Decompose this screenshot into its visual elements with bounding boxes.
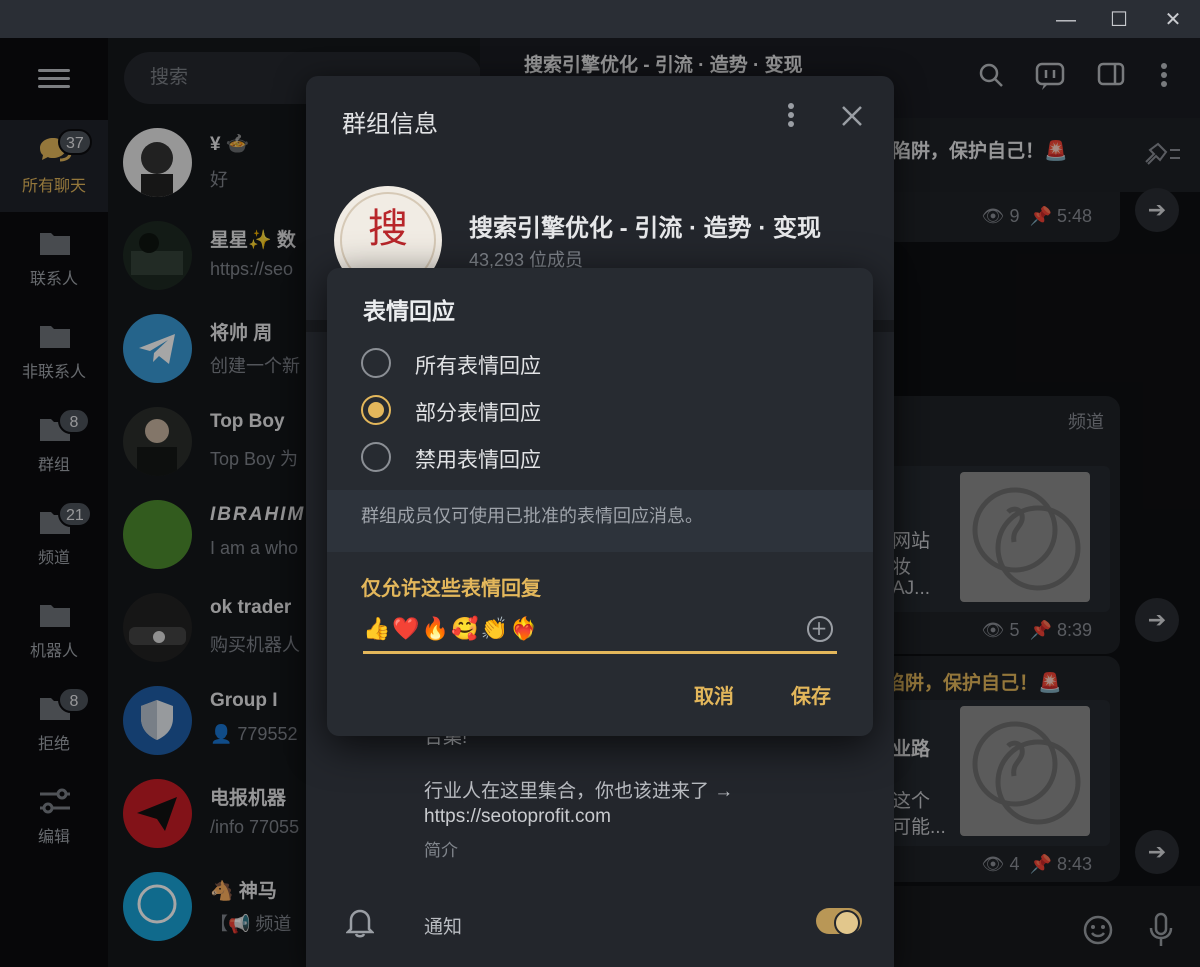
option-label[interactable]: 所有表情回应 — [415, 350, 541, 380]
group-name: 搜索引擎优化 - 引流 · 造势 · 变现 — [469, 215, 821, 242]
dialog-note: 群组成员仅可使用已批准的表情回应消息。 — [327, 490, 873, 552]
add-emoji-icon[interactable]: + — [807, 616, 833, 642]
option-label[interactable]: 部分表情回应 — [415, 397, 541, 427]
close-icon[interactable] — [835, 102, 869, 136]
emoji-list: 👍❤️🔥🥰👏❤️‍🔥 — [363, 617, 540, 642]
radio-all-reactions[interactable] — [361, 348, 391, 378]
radio-some-reactions[interactable] — [361, 395, 391, 425]
description-label: 简介 — [424, 841, 458, 860]
window-titlebar: — ☐ ✕ — [0, 0, 1200, 38]
more-options-icon[interactable] — [774, 102, 808, 136]
maximize-button[interactable]: ☐ — [1099, 6, 1139, 34]
avatar-glyph: 搜 — [368, 206, 408, 252]
save-button[interactable]: 保存 — [791, 680, 831, 709]
panel-title: 群组信息 — [342, 111, 438, 138]
bell-icon — [346, 909, 374, 938]
dialog-title: 表情回应 — [363, 298, 455, 324]
notifications-toggle[interactable] — [816, 908, 862, 936]
group-link[interactable]: https://seotoprofit.com — [424, 806, 611, 828]
cancel-button[interactable]: 取消 — [694, 680, 734, 709]
notifications-label: 通知 — [424, 917, 463, 938]
close-window-button[interactable]: ✕ — [1153, 6, 1193, 34]
description-text: 行业人在这里集合，你也该进来了 → — [424, 781, 734, 802]
allowed-emoji-input[interactable]: 👍❤️🔥🥰👏❤️‍🔥 + — [363, 612, 837, 654]
reactions-dialog: 表情回应 所有表情回应 部分表情回应 禁用表情回应 群组成员仅可使用已批准的表情… — [327, 268, 873, 736]
allowed-reactions-label: 仅允许这些表情回复 — [361, 578, 541, 600]
minimize-button[interactable]: — — [1046, 6, 1086, 34]
option-label[interactable]: 禁用表情回应 — [415, 444, 541, 474]
radio-no-reactions[interactable] — [361, 442, 391, 472]
